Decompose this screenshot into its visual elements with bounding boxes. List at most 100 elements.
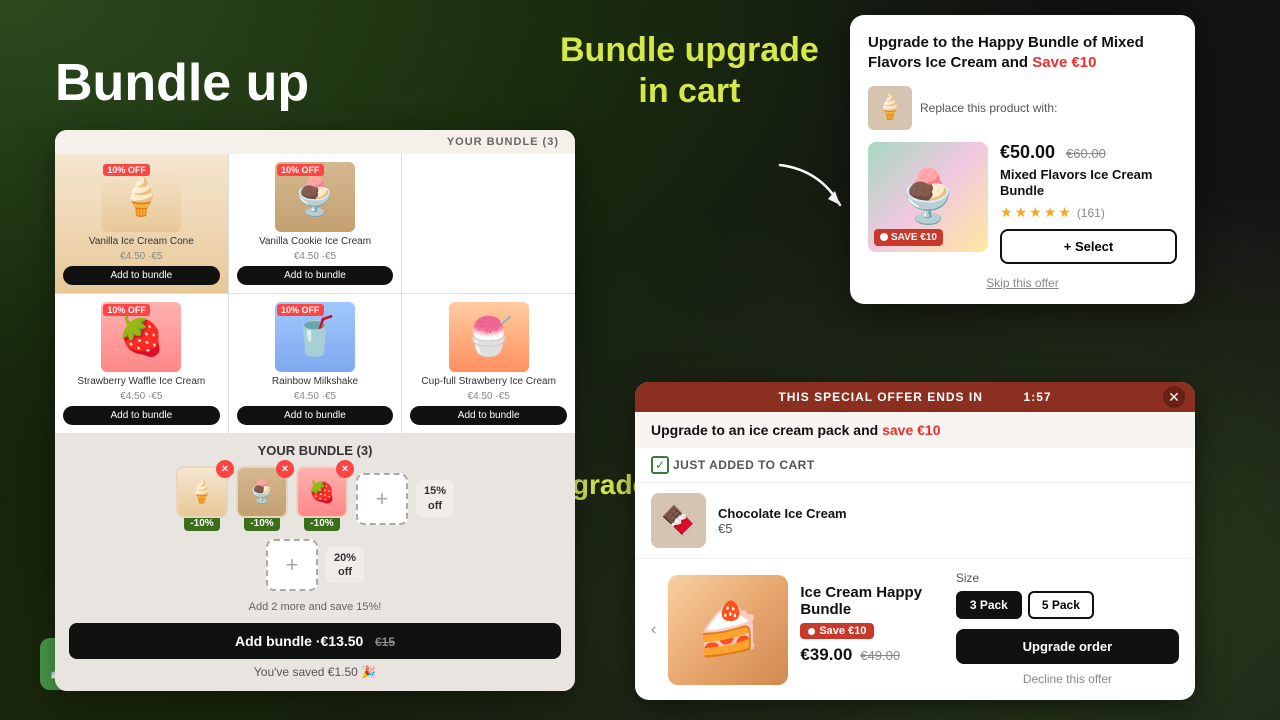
popup-upgrade-order-btn[interactable]: Upgrade order (956, 629, 1179, 664)
popup-size-5pack-btn[interactable]: 5 Pack (1028, 591, 1094, 619)
bundle-product-img-3: 🍓 10% OFF (101, 302, 181, 372)
bundle-spacer (402, 154, 575, 293)
upgrade-cart-replace-img: 🍦 (868, 86, 912, 130)
star-1: ★ (1000, 204, 1013, 221)
popup-cart-item-name: Chocolate Ice Cream (718, 506, 1179, 521)
bundle-upgrade-popup-widget: THIS SPECIAL OFFER ENDS IN 1:57 ✕ Upgrad… (635, 382, 1195, 700)
popup-cart-item-info: Chocolate Ice Cream €5 (718, 506, 1179, 536)
popup-nav-arrow-left[interactable]: ‹ (651, 621, 656, 639)
add-to-bundle-btn-4[interactable]: Add to bundle (237, 406, 394, 425)
popup-cart-item: 🍫 Chocolate Ice Cream €5 (635, 483, 1195, 559)
bundle-slots: 🍦 -10% 🍨 -10% 🍓 -10% + (71, 466, 559, 531)
bundle-product-name-5: Cup-full Strawberry Ice Cream (421, 376, 555, 387)
bundle-slot-badge-2 (276, 460, 294, 478)
your-bundle-header: YOUR BUNDLE (3) (71, 443, 559, 458)
add-to-bundle-btn-2[interactable]: Add to bundle (237, 266, 394, 285)
popup-cart-item-price: €5 (718, 521, 1179, 536)
popup-size-label: Size (956, 571, 1179, 585)
bundle-product-img-5: 🍧 (449, 302, 529, 372)
add-to-bundle-btn-1[interactable]: Add to bundle (63, 266, 220, 285)
bundle-original-price: €15 (375, 635, 395, 649)
arrow-bundle-cart (770, 155, 850, 215)
bundle-saved-bar: You've saved €1.50 🎉 (65, 665, 565, 687)
bundle-builder-top-bar: YOUR BUNDLE (3) (55, 130, 575, 154)
upgrade-cart-product-price-new: €50.00 €60.00 (1000, 142, 1177, 163)
bundle-row-2: + 20%off (71, 539, 559, 591)
popup-timer: 1:57 (1024, 390, 1052, 404)
bundle-action-bar[interactable]: Add bundle ·€13.50 €15 (69, 623, 561, 659)
popup-price-row: €39.00 €49.00 (800, 645, 943, 665)
bundle-add-cta: Add 2 more and save 15%! (71, 597, 559, 617)
bundle-product-price-5: €4.50 ·€5 (468, 391, 510, 402)
popup-size-options: 3 Pack 5 Pack (956, 591, 1179, 619)
popup-added-check: ✓ (651, 456, 669, 474)
upgrade-cart-product-price-old: €60.00 (1066, 146, 1106, 161)
popup-upgrade-item-name: Ice Cream Happy Bundle (800, 584, 943, 618)
star-5-half: ★ (1058, 204, 1071, 221)
add-to-bundle-btn-5[interactable]: Add to bundle (410, 406, 567, 425)
popup-upgrade-item-details: Ice Cream Happy Bundle Save €10 €39.00 €… (800, 584, 943, 676)
popup-added-to-cart-row: ✓ JUST ADDED TO CART (635, 448, 1195, 483)
upgrade-cart-product-row: 🍨 SAVE €10 €50.00 €60.00 Mixed Flavors I… (868, 142, 1177, 265)
popup-upgrade-item-row: ‹ 🍰 Ice Cream Happy Bundle Save €10 €39.… (635, 559, 1195, 700)
bundle-product-badge-4: 10% OFF (277, 304, 324, 316)
popup-upgrade-item-img: 🍰 (668, 575, 788, 685)
bundle-save-15-label: 15%off (416, 480, 454, 517)
bundle-product-price-3: €4.50 ·€5 (120, 391, 162, 402)
popup-size-3pack-btn[interactable]: 3 Pack (956, 591, 1022, 619)
upgrade-cart-product-img: 🍨 SAVE €10 (868, 142, 988, 252)
bundle-product-5: 🍧 Cup-full Strawberry Ice Cream €4.50 ·€… (402, 294, 575, 433)
popup-save-badge: Save €10 (800, 623, 874, 639)
upgrade-cart-stars-count: (161) (1077, 206, 1105, 220)
popup-price-old: €49.00 (860, 648, 900, 663)
bundle-slot-3-container: 🍓 -10% (296, 466, 348, 531)
upgrade-cart-replace-row: 🍦 Replace this product with: (868, 86, 1177, 130)
add-to-bundle-btn-3[interactable]: Add to bundle (63, 406, 220, 425)
bundle-product-img-1: 🍦 10% OFF (101, 162, 181, 232)
bundle-slot-1-container: 🍦 -10% (176, 466, 228, 531)
bundle-product-name-1: Vanilla Ice Cream Cone (89, 236, 194, 247)
bundle-product-name-4: Rainbow Milkshake (272, 376, 358, 387)
bundle-product-price-4: €4.50 ·€5 (294, 391, 336, 402)
bundle-product-2: 🍨 10% OFF Vanilla Cookie Ice Cream €4.50… (229, 154, 402, 293)
bundle-product-badge-3: 10% OFF (103, 304, 150, 316)
bundle-product-badge-1: 10% OFF (103, 164, 150, 176)
bundle-builder-widget: YOUR BUNDLE (3) 🍦 10% OFF Vanilla Ice Cr… (55, 130, 575, 691)
bundle-slot-badge-1 (216, 460, 234, 478)
popup-size-section: Size 3 Pack 5 Pack Upgrade order Decline… (956, 571, 1179, 688)
bundle-slot-badge-3 (336, 460, 354, 478)
bundle-slot-discount-2: -10% (244, 516, 279, 531)
star-4: ★ (1044, 204, 1057, 221)
upgrade-cart-save-badge: SAVE €10 (874, 229, 943, 246)
bundle-product-1: 🍦 10% OFF Vanilla Ice Cream Cone €4.50 ·… (55, 154, 228, 293)
save-badge-text: SAVE €10 (891, 232, 937, 243)
bundle-add-slot-1[interactable]: + (356, 473, 408, 525)
popup-cart-item-img: 🍫 (651, 493, 706, 548)
popup-header-bar: THIS SPECIAL OFFER ENDS IN 1:57 ✕ (635, 382, 1195, 412)
popup-save-badge-text: Save €10 (819, 625, 866, 637)
popup-decline-btn[interactable]: Decline this offer (956, 672, 1179, 686)
bundle-add-slot-2[interactable]: + (266, 539, 318, 591)
bundle-product-4: 🥤 10% OFF Rainbow Milkshake €4.50 ·€5 Ad… (229, 294, 402, 433)
upgrade-cart-product-name: Mixed Flavors Ice Cream Bundle (1000, 167, 1177, 201)
bundle-upgrade-cart-widget: Upgrade to the Happy Bundle of Mixed Fla… (850, 15, 1195, 304)
star-3: ★ (1029, 204, 1042, 221)
upgrade-cart-title: Upgrade to the Happy Bundle of Mixed Fla… (868, 33, 1177, 74)
main-title: Bundle up (55, 55, 309, 112)
bundle-slot-2-container: 🍨 -10% (236, 466, 288, 531)
add-bundle-label: Add bundle ·€13.50 (235, 633, 363, 649)
bundle-product-name-2: Vanilla Cookie Ice Cream (259, 236, 371, 247)
upgrade-cart-stars: ★ ★ ★ ★ ★ (161) (1000, 204, 1177, 221)
bundle-slot-1: 🍦 (176, 466, 228, 518)
upgrade-cart-replace-text: Replace this product with: (920, 101, 1057, 115)
upgrade-cart-skip[interactable]: Skip this offer (868, 276, 1177, 290)
popup-added-label: JUST ADDED TO CART (673, 458, 815, 472)
bundle-product-price-1: €4.50 ·€5 (120, 251, 162, 262)
bundle-upgrade-cart-label: Bundle upgradein cart (560, 30, 819, 112)
upgrade-cart-product-info: €50.00 €60.00 Mixed Flavors Ice Cream Bu… (1000, 142, 1177, 265)
bundle-product-img-2: 🍨 10% OFF (275, 162, 355, 232)
popup-close-btn[interactable]: ✕ (1163, 386, 1185, 408)
upgrade-cart-select-btn[interactable]: + Select (1000, 229, 1177, 264)
top-bar-label: YOUR BUNDLE (3) (447, 136, 559, 148)
popup-header-label: THIS SPECIAL OFFER ENDS IN (778, 390, 982, 404)
